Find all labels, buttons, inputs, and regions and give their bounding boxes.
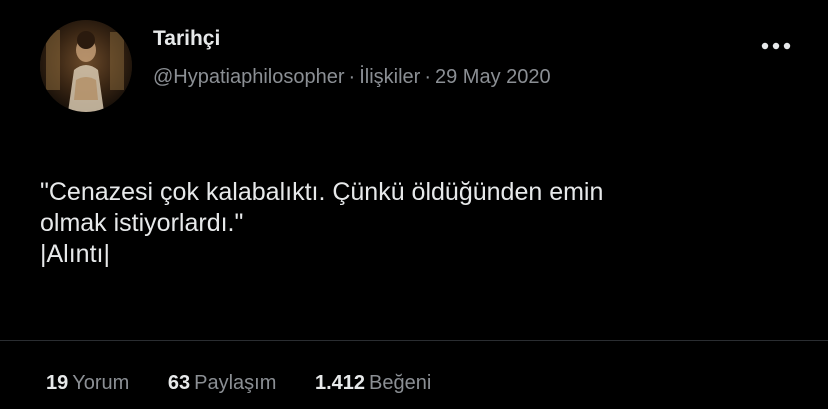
meta-separator: · (424, 66, 431, 88)
avatar[interactable] (40, 20, 132, 112)
tweet-stats: 19 Yorum 63 Paylaşım 1.412 Beğeni (46, 372, 464, 395)
replies-label: Yorum (72, 372, 130, 394)
tweet-meta: @Hypatiaphilosopher · İlişkiler · 29 May 202… (153, 66, 551, 89)
more-horizontal-icon (761, 42, 791, 50)
divider (0, 340, 828, 341)
tweet-card: Tarihçi @Hypatiaphilosopher · İlişkiler · 29… (0, 0, 828, 409)
likes-count: 1.412 (314, 372, 366, 394)
tweet-text-line: olmak istiyorlardı." (40, 209, 244, 237)
retweets-label: Paylaşım (194, 372, 277, 394)
replies-count: 19 (46, 372, 69, 394)
author-name[interactable]: Tarihçi (153, 27, 220, 51)
author-handle[interactable]: @Hypatiaphilosopher (153, 66, 345, 88)
likes-stat[interactable]: 1.412 Beğeni (315, 372, 431, 395)
tweet-text-line: "Cenazesi çok kalabalıktı. Çünkü öldüğün… (40, 178, 604, 206)
community-link[interactable]: İlişkiler (359, 66, 420, 88)
replies-stat[interactable]: 19 Yorum (46, 372, 129, 395)
tweet-date[interactable]: 29 May 2020 (435, 66, 551, 88)
avatar-image (40, 20, 132, 112)
retweets-stat[interactable]: 63 Paylaşım (168, 372, 277, 395)
meta-separator: · (348, 66, 356, 88)
tweet-text: "Cenazesi çok kalabalıktı. Çünkü öldüğün… (40, 177, 780, 270)
tweet-text-line: |Alıntı| (40, 240, 110, 268)
more-options-button[interactable] (758, 36, 794, 56)
retweets-count: 63 (167, 372, 191, 394)
likes-label: Beğeni (369, 372, 432, 394)
